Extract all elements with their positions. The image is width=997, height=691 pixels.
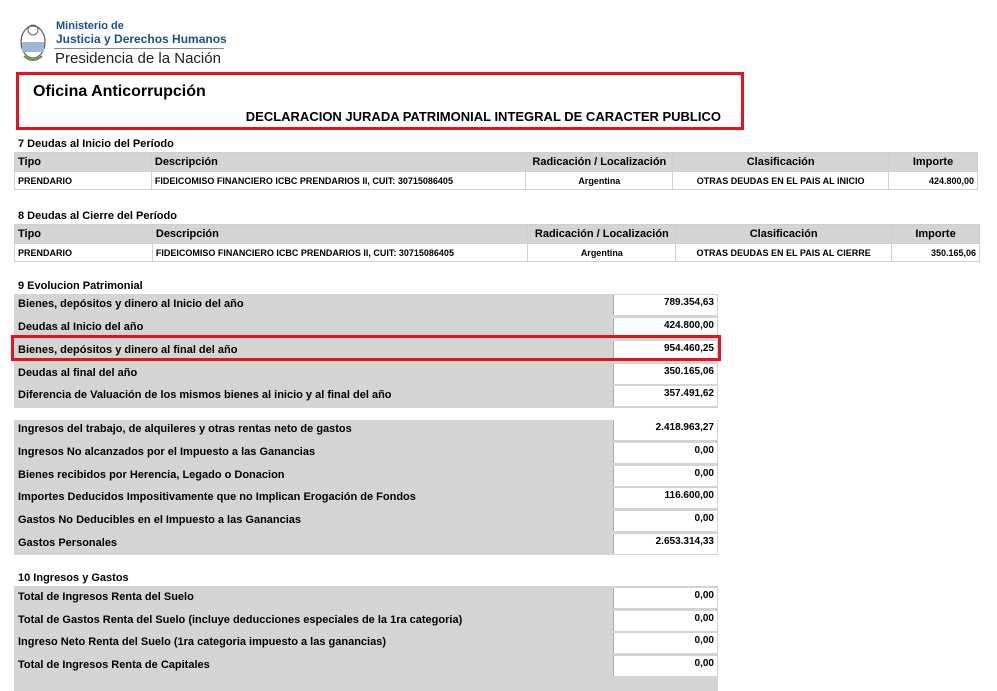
ministry-logo: Ministerio de Justicia y Derechos Humano… [18,12,228,74]
income-label: Total de Ingresos Renta del Suelo [18,591,194,603]
evolution-label: Deudas al final del año [18,367,138,379]
cell-descripcion: FIDEICOMISO FINANCIERO ICBC PRENDARIOS I… [150,171,527,190]
income-value: 0,00 [613,656,717,676]
cell-importe: 424.800,00 [888,171,978,190]
evolution-label: Deudas al Inicio del año [18,321,144,333]
evolution-label: Gastos Personales [18,537,118,549]
col-radicacion: Radicación / Localización [525,152,674,172]
income-label: Ingreso Neto Renta del Suelo (1ra catego… [18,636,386,648]
logo-divider [54,48,224,49]
col-descripcion: Descripción [151,224,529,244]
evolution-value: 2.653.314,33 [613,534,717,554]
evolution-label: Diferencia de Valuación de los mismos bi… [18,389,392,401]
col-radicacion: Radicación / Localización [527,224,677,244]
evolution-label: Gastos No Deducibles en el Impuesto a la… [18,514,302,526]
income-label: Total de Gastos Renta del Suelo (incluye… [18,614,463,626]
col-clasificacion: Clasificación [672,152,890,172]
ministry-line2: Justicia y Derechos Humanos [56,32,227,46]
ministry-line1: Ministerio de [56,20,124,32]
section8-title: 8 Deudas al Cierre del Período [18,210,177,222]
debts-end-table: Tipo Descripción Radicación / Localizaci… [14,224,980,262]
col-importe: Importe [888,152,978,172]
national-seal-icon [20,24,46,61]
final-assets-highlight-box [11,335,721,361]
col-tipo: Tipo [14,224,153,244]
evolution-value: 0,00 [613,466,717,486]
evolution-label: Importes Deducidos Impositivamente que n… [18,491,416,503]
cell-radicacion: Argentina [525,171,674,190]
evolution-value: 116.600,00 [613,488,717,508]
title-highlight-box: Oficina Anticorrupción DECLARACION JURAD… [16,72,744,130]
cell-clasificacion: OTRAS DEUDAS EN EL PAIS AL CIERRE [675,243,893,262]
col-tipo: Tipo [14,152,152,172]
evolution-value: 357.491,62 [613,386,717,406]
col-importe: Importe [891,224,980,244]
presidencia-label: Presidencia de la Nación [55,50,221,67]
section10-title: 10 Ingresos y Gastos [18,572,129,584]
declaration-title: DECLARACION JURADA PATRIMONIAL INTEGRAL … [245,109,721,124]
evolution-value: 2.418.963,27 [613,420,717,440]
cell-radicacion: Argentina [527,243,677,262]
col-descripcion: Descripción [150,152,527,172]
cell-descripcion: FIDEICOMISO FINANCIERO ICBC PRENDARIOS I… [151,243,529,262]
income-value: 0,00 [613,633,717,653]
evolution-value: 789.354,63 [613,295,717,315]
income-value: 0,00 [613,611,717,631]
cell-importe: 350.165,06 [891,243,980,262]
evolution-value: 0,00 [613,511,717,531]
evolution-label: Bienes, depósitos y dinero al Inicio del… [18,298,244,310]
table-header-row: Tipo Descripción Radicación / Localizaci… [14,224,980,244]
table-header-row: Tipo Descripción Radicación / Localizaci… [14,152,978,172]
evolution-label: Ingresos del trabajo, de alquileres y ot… [18,423,352,435]
evolution-label: Ingresos No alcanzados por el Impuesto a… [18,446,316,458]
cell-tipo: PRENDARIO [14,243,153,262]
income-label: Total de Ingresos Renta de Capitales [18,659,210,671]
office-title: Oficina Anticorrupción [33,83,206,100]
col-clasificacion: Clasificación [675,224,893,244]
evolution-value: 350.165,06 [613,364,717,384]
debts-start-table: Tipo Descripción Radicación / Localizaci… [14,152,978,190]
section7-title: 7 Deudas al Inicio del Período [18,138,174,150]
cell-tipo: PRENDARIO [14,171,152,190]
table-row: PRENDARIO FIDEICOMISO FINANCIERO ICBC PR… [14,171,978,190]
section9-title: 9 Evolucion Patrimonial [18,280,143,292]
income-value: 0,00 [613,588,717,608]
evolution-label: Bienes recibidos por Herencia, Legado o … [18,469,285,481]
evolution-value: 0,00 [613,443,717,463]
cell-clasificacion: OTRAS DEUDAS EN EL PAIS AL INICIO [672,171,890,190]
table-row: PRENDARIO FIDEICOMISO FINANCIERO ICBC PR… [14,243,980,262]
